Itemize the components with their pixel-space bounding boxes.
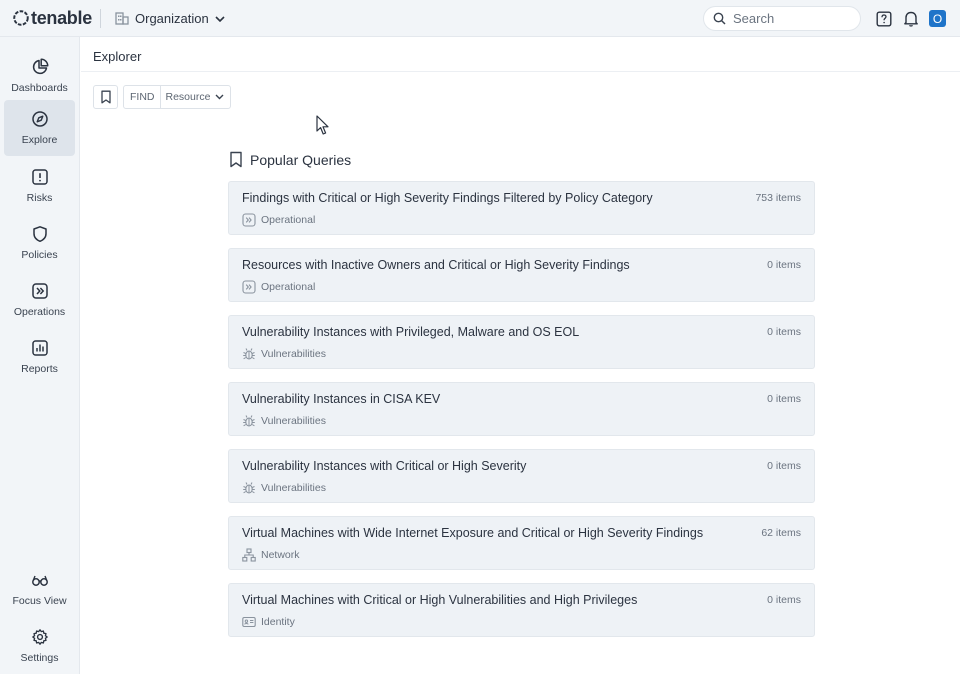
query-card[interactable]: Resources with Inactive Owners and Criti…	[228, 248, 815, 302]
organization-label: Organization	[135, 11, 209, 26]
bug-icon	[243, 482, 255, 494]
query-count: 753 items	[755, 192, 801, 204]
notifications-button[interactable]	[902, 10, 919, 27]
query-category-label: Network	[261, 549, 300, 561]
bell-icon	[903, 11, 918, 27]
query-title: Virtual Machines with Wide Internet Expo…	[242, 526, 704, 540]
sidebar-item-dashboards[interactable]: Dashboards	[4, 48, 75, 104]
id-card-icon	[242, 616, 256, 628]
query-category-label: Vulnerabilities	[261, 415, 326, 427]
saved-queries-button[interactable]	[93, 85, 118, 109]
bookmark-icon	[100, 90, 111, 104]
query-card[interactable]: Virtual Machines with Critical or High V…	[228, 583, 815, 637]
query-card[interactable]: Vulnerability Instances with Critical or…	[228, 449, 815, 503]
network-icon	[242, 548, 256, 562]
query-category: Vulnerabilities	[242, 481, 326, 495]
sidebar-item-settings[interactable]: Settings	[4, 618, 75, 674]
sidebar-item-policies[interactable]: Policies	[4, 215, 75, 271]
logo-text: tenable	[31, 7, 92, 28]
sidebar-item-label: Settings	[20, 652, 59, 664]
sidebar-item-focus-view[interactable]: Focus View	[4, 561, 75, 617]
query-category-label: Vulnerabilities	[261, 482, 326, 494]
help-button[interactable]	[875, 10, 892, 27]
query-category-label: Operational	[261, 281, 316, 293]
query-category-label: Operational	[261, 214, 316, 226]
query-category: Identity	[242, 615, 295, 629]
query-count: 0 items	[767, 326, 801, 338]
popular-queries-title: Popular Queries	[250, 151, 352, 168]
sidebar-item-label: Focus View	[12, 595, 67, 607]
search-input[interactable]	[733, 11, 843, 26]
sidebar-item-risks[interactable]: Risks	[4, 158, 75, 214]
find-label: FIND	[124, 86, 161, 108]
bookmark-icon	[230, 151, 242, 168]
operational-icon	[242, 280, 256, 294]
sidebar-item-label: Explore	[21, 134, 58, 146]
sidebar-item-label: Reports	[21, 363, 58, 375]
glasses-icon	[31, 575, 48, 586]
sidebar-item-label: Policies	[21, 249, 58, 261]
pie-chart-icon	[32, 58, 48, 75]
search-icon	[713, 12, 726, 25]
query-card[interactable]: Vulnerability Instances with Privileged,…	[228, 315, 815, 369]
alert-square-icon	[31, 169, 48, 185]
query-count: 62 items	[761, 527, 801, 539]
tenable-logo[interactable]: tenable	[12, 8, 92, 28]
sidebar-item-label: Dashboards	[11, 82, 68, 94]
query-category: Vulnerabilities	[242, 414, 326, 428]
query-title: Vulnerability Instances with Privileged,…	[242, 325, 580, 339]
sidebar-item-label: Risks	[26, 192, 53, 204]
sidebar-item-reports[interactable]: Reports	[4, 329, 75, 385]
bug-icon	[243, 348, 255, 360]
sidebar-item-label: Operations	[13, 306, 66, 318]
query-category: Vulnerabilities	[242, 347, 326, 361]
page-header: Explorer	[81, 38, 960, 72]
query-count: 0 items	[767, 393, 801, 405]
query-category: Operational	[242, 280, 315, 294]
bug-icon	[243, 415, 255, 427]
compass-icon	[31, 111, 48, 127]
query-count: 0 items	[767, 259, 801, 271]
query-title: Vulnerability Instances with Critical or…	[242, 459, 527, 473]
sidebar: Dashboards Explore Risks Policies Operat…	[0, 37, 80, 674]
organization-selector[interactable]: Organization	[115, 9, 225, 28]
sidebar-item-operations[interactable]: Operations	[4, 272, 75, 328]
query-category-label: Identity	[261, 616, 295, 628]
query-category: Network	[242, 548, 300, 562]
divider	[100, 9, 101, 28]
tenable-logo-icon	[13, 10, 29, 26]
top-bar: tenable Organization Search O	[0, 0, 960, 37]
help-icon	[876, 11, 892, 27]
sidebar-item-explore[interactable]: Explore	[4, 100, 75, 156]
query-title: Virtual Machines with Critical or High V…	[242, 593, 638, 607]
query-title: Resources with Inactive Owners and Criti…	[242, 258, 630, 272]
query-card[interactable]: Vulnerability Instances in CISA KEV 0 it…	[228, 382, 815, 436]
resource-dropdown[interactable]: Resource	[161, 91, 231, 103]
building-icon	[115, 12, 129, 25]
query-card[interactable]: Virtual Machines with Wide Internet Expo…	[228, 516, 815, 570]
query-category-label: Vulnerabilities	[261, 348, 326, 360]
chevrons-square-icon	[31, 283, 48, 299]
chevron-down-icon	[215, 94, 224, 100]
popular-queries-list: Findings with Critical or High Severity …	[228, 181, 815, 650]
gear-icon	[31, 629, 48, 645]
user-avatar[interactable]: O	[929, 10, 946, 27]
page-title: Explorer	[93, 49, 142, 64]
search-box[interactable]	[703, 6, 861, 31]
query-card[interactable]: Findings with Critical or High Severity …	[228, 181, 815, 235]
chevron-down-icon	[215, 15, 225, 22]
query-title: Findings with Critical or High Severity …	[242, 191, 653, 205]
query-count: 0 items	[767, 594, 801, 606]
mouse-cursor-icon	[316, 115, 329, 135]
popular-queries-header: Popular Queries	[229, 151, 351, 168]
find-selector: FIND Resource	[123, 85, 232, 109]
operational-icon	[242, 213, 256, 227]
query-count: 0 items	[767, 460, 801, 472]
query-category: Operational	[242, 213, 315, 227]
query-title: Vulnerability Instances in CISA KEV	[242, 392, 441, 406]
bar-chart-icon	[31, 340, 48, 356]
shield-icon	[32, 226, 47, 243]
resource-dropdown-value: Resource	[165, 91, 211, 103]
